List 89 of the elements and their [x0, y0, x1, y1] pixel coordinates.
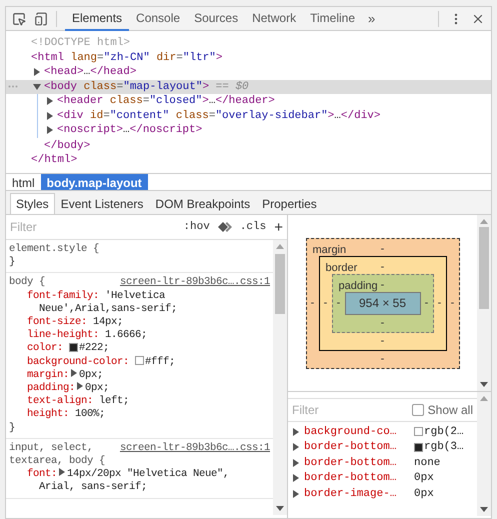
expand-arrow-icon[interactable] — [58, 468, 66, 476]
sidebar-tab[interactable]: DOM Breakpoints — [149, 193, 256, 214]
style-declaration: color: #222; — [26, 342, 110, 356]
computed-property-row[interactable]: border-image-… 0px — [288, 486, 477, 502]
box-label: padding — [338, 278, 378, 294]
more-dots-icon — [8, 85, 18, 88]
box-value: - — [380, 280, 384, 290]
computed-property-row[interactable]: border-bottom… 0px — [288, 470, 477, 486]
style-declaration: font-family: 'Helvetica Neue',Arial,sans-serif; — [26, 290, 178, 316]
rule-selector: input, select, textarea, body { — [9, 442, 106, 468]
rule-selector: element.style { — [9, 243, 100, 256]
computed-property-row[interactable]: background-co… rgb(2… — [288, 424, 477, 440]
color-swatch[interactable] — [414, 427, 423, 436]
color-swatch[interactable] — [135, 356, 144, 366]
box-value: - — [438, 298, 442, 308]
dom-node-row[interactable]: <noscript>…</noscript> — [6, 123, 491, 138]
style-declaration: font: 14px/20px "Helvetica Neue", Arial, sans-serif; — [26, 468, 230, 495]
scroll-down-arrow-icon[interactable] — [480, 507, 488, 512]
breadcrumb[interactable]: html — [6, 174, 41, 190]
scrollbar[interactable] — [477, 215, 491, 391]
color-swatch[interactable] — [414, 442, 423, 452]
dom-node-row[interactable]: <body class="map-layout"> == $0 — [6, 80, 491, 94]
box-value: - — [310, 298, 314, 308]
style-declaration: margin: 0px; — [26, 368, 104, 382]
collapse-arrow-icon[interactable] — [33, 82, 41, 91]
inspect-icon[interactable] — [12, 12, 26, 26]
rule-close: } — [9, 422, 16, 435]
box-value: - — [380, 244, 384, 254]
expand-arrow-icon[interactable] — [46, 126, 54, 134]
box-value: - — [380, 336, 384, 346]
expand-arrow-icon[interactable] — [76, 382, 84, 390]
expand-arrow-icon[interactable] — [70, 368, 78, 377]
box-label: margin — [312, 242, 346, 258]
panel-tab[interactable]: Console — [129, 6, 188, 30]
scrollbar[interactable] — [273, 240, 287, 515]
show-all-checkbox[interactable] — [412, 404, 424, 416]
scrollbar[interactable] — [477, 392, 491, 516]
panel-tab[interactable]: Network — [245, 6, 304, 30]
device-toolbar-icon[interactable] — [34, 12, 48, 26]
sidebar-tab[interactable]: Event Listeners — [54, 193, 150, 214]
box-value: - — [380, 354, 384, 364]
scrollbar-thumb[interactable] — [479, 227, 489, 309]
breadcrumb[interactable]: body.map-layout — [40, 174, 148, 190]
expand-arrow-icon[interactable] — [46, 112, 54, 120]
box-value: - — [424, 298, 428, 308]
style-declaration: height: 100%; — [26, 408, 106, 422]
box-value: - — [380, 262, 384, 272]
expand-arrow-icon[interactable] — [46, 97, 54, 106]
style-declaration: padding: 0px; — [26, 382, 110, 395]
source-link[interactable]: screen-ltr-89b3b6c….css:1 — [120, 442, 270, 456]
sidebar-tab[interactable]: Properties — [256, 193, 323, 214]
scrollbar-thumb[interactable] — [275, 254, 285, 314]
panel-tab[interactable]: Sources — [187, 6, 246, 30]
box-label: border — [326, 260, 358, 276]
box-value: - — [380, 318, 384, 328]
scroll-down-arrow-icon[interactable] — [480, 382, 488, 387]
sidebar-tab[interactable]: Styles — [10, 193, 55, 214]
box-value: - — [450, 298, 454, 308]
panel-tab[interactable]: Timeline — [303, 6, 362, 30]
rule-selector: body { — [9, 276, 46, 290]
computed-property-row[interactable]: border-bottom… none — [288, 455, 477, 470]
style-declaration: font-size: 14px; — [26, 316, 124, 329]
diamond-icon[interactable] — [218, 222, 232, 232]
panel-tab[interactable]: Elements — [65, 6, 130, 30]
source-link[interactable]: screen-ltr-89b3b6c….css:1 — [120, 276, 270, 290]
styles-filter-field[interactable]: Filter — [10, 218, 184, 236]
box-value: - — [324, 298, 328, 308]
style-declaration: text-align: left; — [26, 395, 130, 408]
dom-tree: <!DOCTYPE html> <html lang="zh-CN" dir="ltr"> <head>…</head> <body class="map-layout"> == $0 <header class="closed">…</header> <div id="content" class="overlay-sidebar">…</div> <noscript>…</noscript> </body> </html> — [6, 31, 491, 173]
style-declaration: line-height: 1.6666; — [26, 329, 148, 342]
computed-property-row[interactable]: border-bottom… rgb(3… — [288, 440, 477, 455]
dom-node-row[interactable]: <div id="content" class="overlay-sidebar">…</div> — [6, 108, 491, 123]
computed-filter-field[interactable]: Filter — [292, 401, 412, 419]
box-value: - — [336, 298, 340, 308]
expand-arrow-icon[interactable] — [33, 68, 41, 76]
new-rule-button[interactable]: + — [274, 220, 283, 234]
more-tabs-button[interactable]: » — [362, 8, 382, 28]
hover-state-button[interactable]: :hov — [183, 218, 210, 236]
dom-node-row[interactable]: <header class="closed">…</header> — [6, 94, 491, 108]
content-box: 954 × 55 — [344, 292, 420, 314]
dom-node-row[interactable]: <head>…</head> — [6, 65, 491, 80]
class-button[interactable]: .cls — [240, 218, 266, 236]
show-all-label: Show all — [428, 402, 473, 419]
color-swatch[interactable] — [69, 343, 78, 352]
style-declaration: background-color: #fff; — [26, 356, 176, 369]
rule-close: } — [9, 256, 16, 270]
dom-node-row[interactable]: <html lang="zh-CN" dir="ltr"> — [6, 50, 491, 65]
scroll-down-arrow-icon[interactable] — [276, 506, 284, 511]
selected-marker: == $0 — [216, 80, 249, 94]
